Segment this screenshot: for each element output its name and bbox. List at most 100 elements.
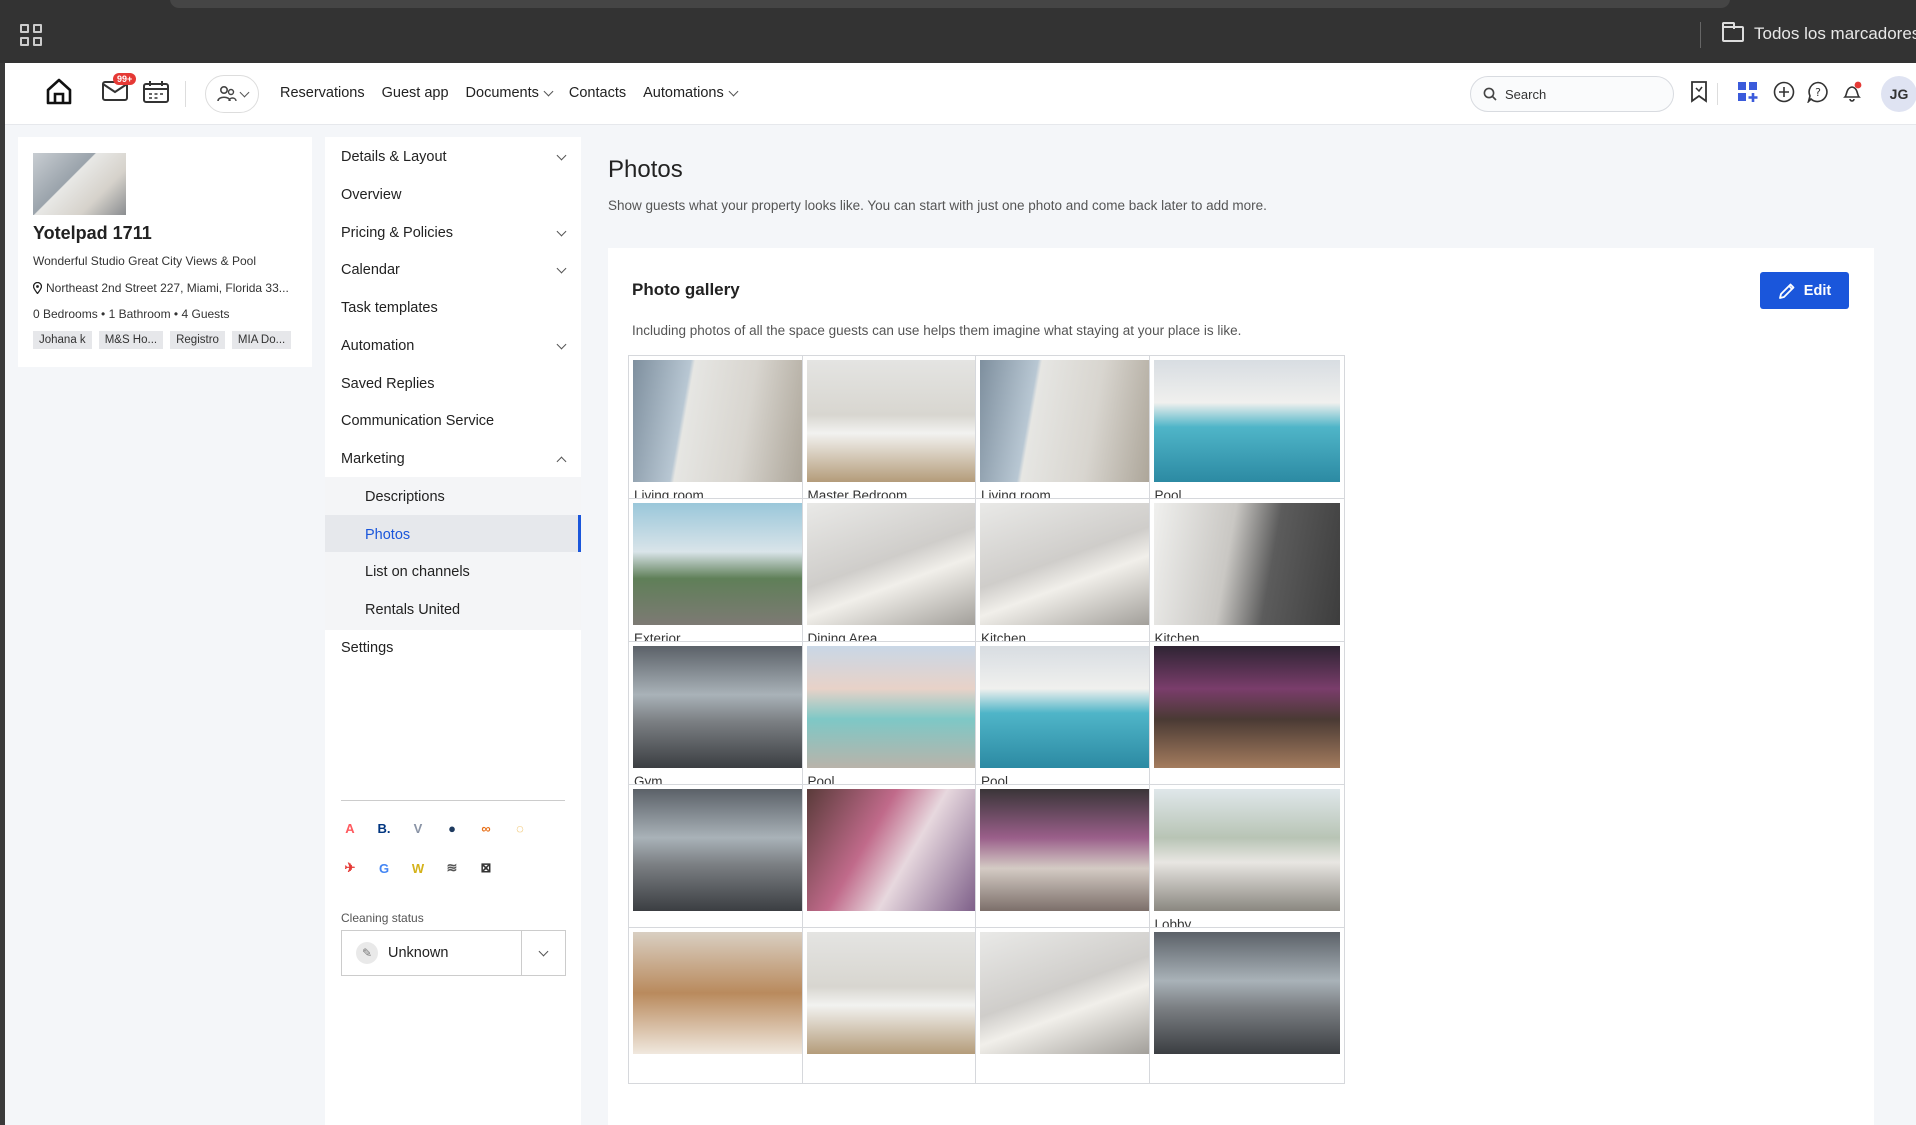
nav-menu-item[interactable]: Reservations — [280, 85, 365, 101]
top-navigation: 99+ Reservations Guest app Documents Contac… — [5, 63, 1916, 125]
nav-item-details-layout[interactable]: Details & Layout — [325, 137, 581, 177]
nav-item-label: Communication Service — [341, 413, 495, 429]
gallery-photo-image — [980, 503, 1166, 625]
inbox-badge: 99+ — [113, 73, 137, 85]
cleaning-status-select[interactable]: ✎ Unknown — [341, 930, 566, 976]
cleaning-status-label: Cleaning status — [341, 911, 424, 925]
channel-w-icon[interactable]: W — [409, 859, 427, 877]
pencil-icon — [1778, 283, 1795, 299]
expedia-icon[interactable]: ● — [443, 819, 461, 837]
nav-item-label: Marketing — [341, 451, 405, 467]
gallery-photo-tile[interactable]: Exterior — [628, 498, 824, 655]
gallery-title: Photo gallery — [632, 280, 740, 299]
gallery-photo-image — [633, 646, 819, 768]
property-title: Yotelpad 1711 — [33, 223, 152, 243]
nav-item-pricing-policies[interactable]: Pricing & Policies — [325, 213, 581, 253]
property-address: Northeast 2nd Street 227, Miami, Florida… — [33, 281, 289, 295]
property-tag[interactable]: Johana k — [33, 331, 92, 349]
gallery-photo-tile[interactable]: Living room — [975, 355, 1171, 512]
search-input[interactable] — [1505, 86, 1655, 102]
all-bookmarks-button[interactable]: Todos los marcadores — [1722, 22, 1916, 44]
property-card: Yotelpad 1711 Wonderful Studio Great Cit… — [18, 137, 312, 367]
nav-item-settings[interactable]: Settings — [325, 628, 581, 668]
team-icon — [216, 85, 237, 102]
cleaning-status-value: Unknown — [388, 945, 449, 961]
browser-omnibox[interactable] — [170, 0, 1730, 8]
gallery-photo-image — [980, 646, 1166, 768]
notifications-bell-icon[interactable] — [1841, 81, 1863, 108]
airbnb-icon[interactable]: A — [341, 819, 359, 837]
nav-item-saved-replies[interactable]: Saved Replies — [325, 364, 581, 404]
apps-grid-icon[interactable] — [20, 24, 42, 46]
gallery-photo-tile[interactable]: Living room — [628, 355, 824, 512]
gallery-photo-tile[interactable] — [801, 784, 998, 941]
channel-text-icon[interactable]: ≋ — [443, 859, 461, 877]
gallery-photo-tile[interactable]: Gym — [628, 641, 824, 798]
user-avatar[interactable]: JG — [1881, 76, 1916, 112]
booking-icon[interactable]: B. — [375, 819, 393, 837]
nav-item-communication-service[interactable]: Communication Service — [325, 401, 581, 441]
property-thumbnail[interactable] — [33, 153, 126, 215]
gallery-photo-tile[interactable]: Dining Area — [801, 498, 998, 655]
nav-item-label: List on channels — [365, 564, 470, 580]
nav-item-photos[interactable]: Photos — [325, 515, 581, 555]
edit-gallery-button[interactable]: Edit — [1760, 272, 1849, 309]
channel-box-icon[interactable]: ⊠ — [477, 859, 495, 877]
icons-divider — [1717, 83, 1718, 105]
nav-item-label: Automation — [341, 338, 415, 354]
gallery-photo-tile[interactable] — [628, 927, 824, 1084]
nav-menu-label: Guest app — [381, 85, 449, 101]
gallery-photo-tile[interactable] — [975, 784, 1171, 941]
channel-orange-icon[interactable]: ∞ — [477, 819, 495, 837]
nav-item-descriptions[interactable]: Descriptions — [325, 477, 581, 517]
nav-item-automation[interactable]: Automation — [325, 326, 581, 366]
nav-menu-item[interactable]: Guest app — [382, 85, 449, 101]
gallery-photo-tile[interactable] — [628, 784, 824, 941]
gallery-photo-tile[interactable] — [801, 927, 998, 1084]
property-tag[interactable]: Registro — [170, 331, 225, 349]
gallery-photo-tile[interactable]: Kitchen — [975, 498, 1171, 655]
help-chat-icon[interactable]: ? — [1806, 81, 1829, 108]
vrbo-icon[interactable]: V — [409, 819, 427, 837]
nav-item-calendar[interactable]: Calendar — [325, 250, 581, 290]
nav-item-list-on-channels[interactable]: List on channels — [325, 552, 581, 592]
chevron-down-icon — [239, 87, 249, 97]
bookmark-ribbon-icon[interactable] — [1690, 81, 1708, 108]
chat-channel-icon[interactable]: ◌ — [511, 819, 529, 837]
broom-icon: ✎ — [356, 942, 378, 964]
add-circle-icon[interactable] — [1773, 81, 1795, 108]
nav-item-task-templates[interactable]: Task templates — [325, 288, 581, 328]
gallery-photo-tile[interactable]: Pool — [975, 641, 1171, 798]
cleaning-status-dropdown-button[interactable] — [521, 931, 565, 975]
nav-item-overview[interactable]: Overview — [325, 175, 581, 215]
gallery-photo-tile[interactable]: Pool — [1148, 355, 1345, 512]
property-settings-nav: A B. V ● ∞ ◌ ✈ G W ≋ ⊠ Cleaning status ✎ Unknown D… — [325, 137, 581, 1125]
nav-item-label: Overview — [341, 187, 402, 203]
home-icon[interactable] — [45, 77, 73, 110]
gallery-photo-tile[interactable]: Master Bedroom — [801, 355, 998, 512]
nav-item-marketing[interactable]: Marketing — [325, 439, 581, 479]
channel-red-icon[interactable]: ✈ — [341, 859, 359, 877]
gallery-photo-image — [1153, 932, 1340, 1054]
gallery-photo-tile[interactable] — [1148, 927, 1345, 1084]
search-box[interactable] — [1470, 76, 1674, 112]
gallery-photo-tile[interactable]: Lobby — [1148, 784, 1345, 941]
gallery-photo-tile[interactable]: Kitchen — [1148, 498, 1345, 655]
gallery-photo-tile[interactable] — [975, 927, 1171, 1084]
google-icon[interactable]: G — [375, 859, 393, 877]
calendar-icon[interactable] — [143, 81, 169, 108]
team-switcher-button[interactable] — [205, 75, 259, 113]
property-tag[interactable]: MIA Do... — [231, 331, 292, 349]
nav-menu-item[interactable]: Automations — [643, 85, 739, 101]
nav-menu-item[interactable]: Contacts — [569, 85, 626, 101]
nav-menu-item[interactable]: Documents — [466, 85, 554, 101]
gallery-photo-tile[interactable]: Pool — [801, 641, 998, 798]
property-tag[interactable]: M&S Ho... — [98, 331, 164, 349]
apps-add-icon[interactable] — [1737, 81, 1759, 108]
nav-item-label: Settings — [341, 640, 394, 656]
nav-item-rentals-united[interactable]: Rentals United — [325, 590, 581, 630]
gallery-photo-tile[interactable] — [1148, 641, 1345, 798]
nav-item-label: Photos — [365, 527, 411, 543]
location-pin-icon — [33, 282, 42, 294]
gallery-photo-image — [1153, 503, 1340, 625]
